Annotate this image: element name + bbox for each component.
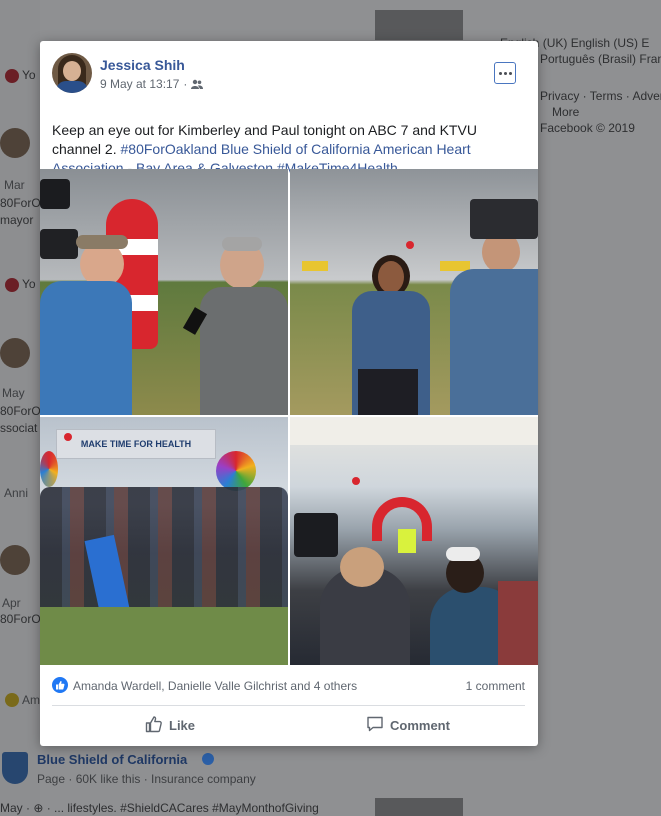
comment-label: Comment [390,717,450,733]
like-label: Like [169,717,196,733]
banner-text: MAKE TIME FOR HEALTH [56,429,216,459]
more-options-icon[interactable] [494,62,516,84]
verified-badge-icon [202,753,214,765]
background-top-thumbnail [375,10,463,40]
avatar [0,338,30,368]
background-bottom-thumbnail [375,798,463,816]
copyright: Facebook © 2019 [540,121,635,135]
divider [52,705,525,706]
left-snippet: Yo [22,68,36,82]
post-photo-2[interactable] [290,169,538,415]
page-name: Blue Shield of California [37,752,188,767]
blue-shield-logo [2,752,28,784]
author-name[interactable]: Jessica Shih [100,57,185,73]
left-snippet: Am [22,693,40,707]
footer-links: Privacy · Terms · Advertising · [540,89,661,103]
reactors-list[interactable]: Amanda Wardell, Danielle Valle Gilchrist… [73,679,357,693]
avatar [0,128,30,158]
friends-icon[interactable] [191,78,204,92]
post-timestamp[interactable]: 9 May at 13:17 [100,77,179,91]
more-link: More [552,105,580,119]
post-photo-1[interactable] [40,169,288,415]
reactions-row: Amanda Wardell, Danielle Valle Gilchrist… [52,677,525,695]
like-button[interactable]: Like [145,713,195,737]
post-photo-4[interactable] [290,417,538,665]
comment-button[interactable]: Comment [366,713,450,737]
left-snippet: Mar [4,178,25,192]
left-snippet: May [2,386,25,400]
reaction-icon [5,69,19,83]
page-meta: Page · 60K like this · Insurance company [37,772,256,786]
comment-bubble-icon [366,715,384,736]
author-avatar[interactable] [52,53,92,93]
left-snippet: Apr [2,596,21,610]
like-reaction-icon[interactable] [52,677,68,693]
language-links-2: Português (Brasil) Français (F [540,52,661,66]
left-snippet: 80ForO [0,612,41,626]
reaction-icon [5,693,19,707]
post-meta: 9 May at 13:17 · [100,77,204,92]
left-snippet: mayor [0,213,34,227]
left-snippet: 80ForO [0,404,41,418]
reaction-icon [5,278,19,292]
left-snippet: Yo [22,277,36,291]
post-header: Jessica Shih 9 May at 13:17 · [52,53,522,97]
avatar [0,545,30,575]
post-card: Jessica Shih 9 May at 13:17 · Keep an eye… [40,41,538,746]
post-photo-3[interactable]: MAKE TIME FOR HEALTH [40,417,288,665]
thumbs-up-icon [145,715,163,736]
comment-count[interactable]: 1 comment [466,679,525,693]
left-snippet: ssociat [0,421,38,435]
left-snippet: Anni [4,486,29,500]
page-post-snippet: May · ⊕ · ... lifestyles. #ShieldCACares… [0,801,319,815]
left-snippet: 80ForO [0,196,41,210]
